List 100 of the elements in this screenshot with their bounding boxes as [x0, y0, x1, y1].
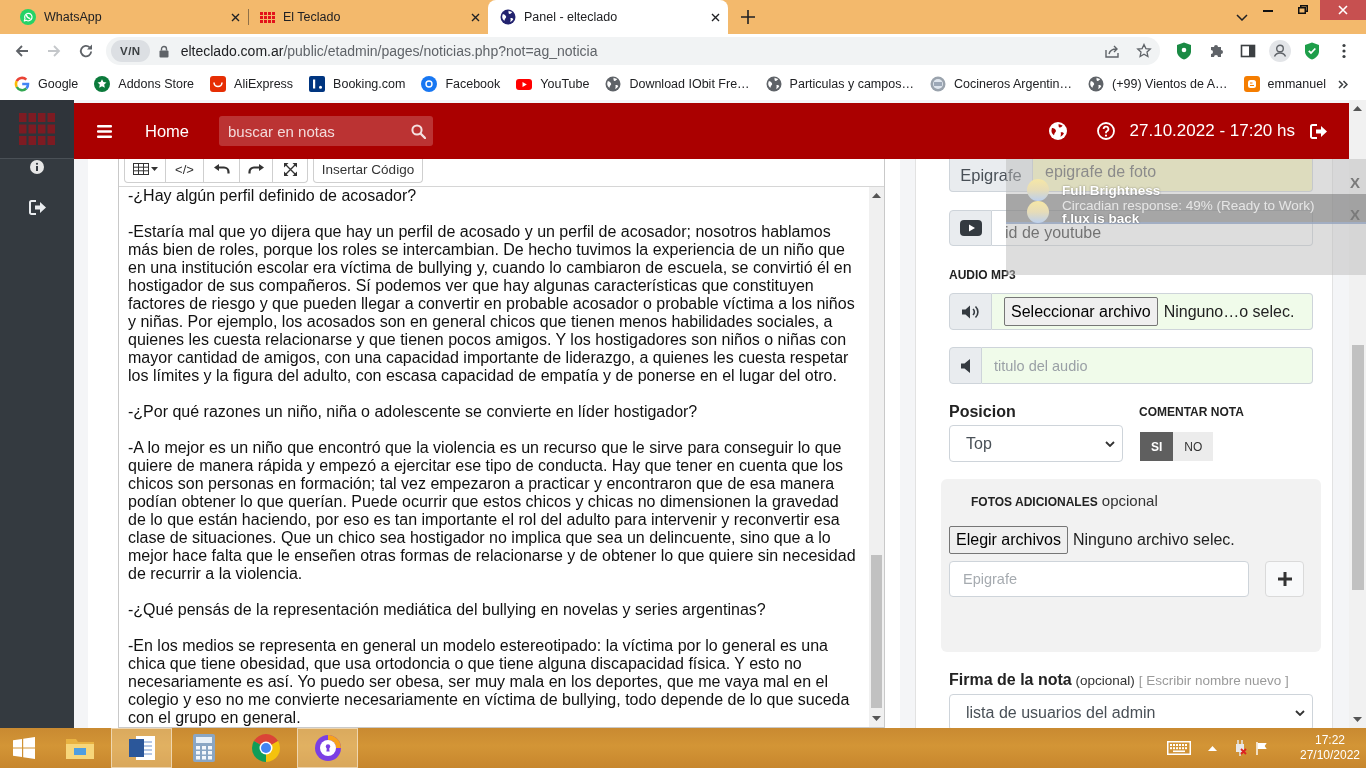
- shield-icon[interactable]: [1176, 42, 1192, 60]
- plus-icon[interactable]: [741, 10, 755, 24]
- scrollbar-thumb[interactable]: [1351, 345, 1364, 590]
- scroll-up-icon[interactable]: [872, 193, 881, 198]
- double-chevron-icon[interactable]: [1338, 79, 1348, 89]
- caret-up-icon[interactable]: [1208, 745, 1217, 751]
- info-icon[interactable]: [30, 160, 44, 174]
- puzzle-icon[interactable]: [1208, 43, 1224, 59]
- bookmark-item[interactable]: AliExpress: [202, 70, 302, 98]
- globe-icon[interactable]: [1048, 122, 1067, 140]
- smile-tile-icon: [210, 76, 227, 92]
- date-time-text: 27.10.2022 - 17:20 hs: [1129, 121, 1295, 141]
- globe-icon: [765, 76, 782, 92]
- side-panel-icon[interactable]: [1240, 43, 1256, 59]
- chevron-down-icon: [1295, 709, 1305, 716]
- browser-tab[interactable]: El Teclado: [248, 0, 488, 34]
- redo-button[interactable]: [240, 159, 273, 183]
- favicon-icon: [309, 76, 326, 92]
- restore-icon[interactable]: [1298, 5, 1308, 14]
- lock-icon[interactable]: [158, 44, 169, 58]
- editor-paragraph: -¿Hay algún perfil definido de acosador?: [128, 187, 418, 205]
- chat-icon: [20, 9, 36, 25]
- help-icon[interactable]: [1096, 122, 1115, 140]
- author-select[interactable]: lista de usuarios del admin: [949, 694, 1313, 728]
- keyboard-icon[interactable]: [1167, 741, 1191, 755]
- scroll-down-icon[interactable]: [1353, 717, 1362, 722]
- add-button[interactable]: [1265, 561, 1304, 597]
- table-button[interactable]: [124, 159, 166, 183]
- power-plug-icon[interactable]: [1233, 740, 1247, 756]
- editor-scrollbar[interactable]: [869, 187, 884, 727]
- flag-icon[interactable]: [1256, 741, 1268, 755]
- chevron-down-icon: [1105, 440, 1115, 447]
- position-select[interactable]: Top: [949, 425, 1123, 462]
- bookmark-item[interactable]: (+99) Vientos de A…: [1080, 70, 1236, 98]
- audio-title-field[interactable]: titulo del audio: [982, 347, 1313, 384]
- favicon-icon: [1243, 76, 1260, 92]
- comments-label: COMENTAR NOTA: [1139, 404, 1244, 421]
- close-icon[interactable]: [231, 12, 240, 22]
- file-status-text: Ninguno…o selec.: [1163, 302, 1295, 321]
- caption-field[interactable]: Epigrafe: [949, 561, 1249, 597]
- menu-icon[interactable]: [97, 124, 112, 138]
- chevron-down-icon[interactable]: [1236, 14, 1248, 21]
- scroll-up-icon[interactable]: [1353, 106, 1362, 111]
- editor-paragraph: -A lo mejor es un niño que encontró que la violencia es un recurso que le sirve para conseguir lo que quiere de manera rápida y empezó a ejercitar ese tipo de conducta. Hay que tener en cuenta que los chicos son personas en formación; tal vez empezaron a practicar y encontraron que de esa manera podían obtener lo que querían. Puede ocurrir que estos chicos y chicas no dimensionen la gravedad de lo que están haciendo, por eso es tan importante el rol del adulto para intervenir y reconvertir esa clase de situaciones. Que un chico sea hostigador no implica que sea un delincuente, sino que a lo mejor hace falta que le enseñen otras formas de relacionarse y de obtener lo que quiere sin necesidad de recurrir a la violencia.: [128, 439, 857, 583]
- globe-icon: [1088, 76, 1105, 92]
- browser-tab[interactable]: Panel - elteclado: [488, 0, 728, 34]
- audio-file-input[interactable]: Seleccionar archivo Ninguno…o selec.: [992, 293, 1313, 330]
- share-icon[interactable]: [1104, 43, 1120, 59]
- fullscreen-button[interactable]: [273, 159, 308, 183]
- window-panes-icon: [13, 737, 35, 759]
- globe-icon: [605, 76, 622, 92]
- bookmark-item[interactable]: Particulas y campos…: [757, 70, 922, 98]
- logout-icon[interactable]: [28, 200, 46, 215]
- close-icon[interactable]: [471, 12, 480, 22]
- star-icon[interactable]: [1136, 43, 1152, 59]
- taskbar-button[interactable]: [297, 728, 358, 768]
- photos-heading: FOTOS ADICIONALES opcional: [971, 493, 1159, 510]
- choose-files-button[interactable]: Elegir archivos: [949, 526, 1068, 554]
- home-link[interactable]: Home: [145, 121, 189, 141]
- toggle-option[interactable]: SI: [1140, 432, 1174, 461]
- code-view-button[interactable]: </>: [166, 159, 204, 183]
- close-button[interactable]: [1320, 0, 1366, 20]
- file-status-text: Ninguno archivo selec.: [1072, 531, 1235, 549]
- bookmark-item[interactable]: Google: [6, 70, 87, 98]
- bookmark-item[interactable]: Cocineros Argentin…: [921, 70, 1081, 98]
- play-button-icon: [516, 76, 533, 92]
- more-menu-icon[interactable]: [1342, 43, 1346, 59]
- profile-icon[interactable]: [1269, 40, 1291, 62]
- notification-title: f.lux is back: [1062, 212, 1140, 225]
- search-icon[interactable]: [411, 123, 426, 139]
- scroll-down-icon[interactable]: [872, 716, 881, 721]
- calculator-icon: [192, 734, 215, 762]
- close-icon[interactable]: [711, 12, 720, 22]
- insert-code-button[interactable]: Insertar Código: [313, 159, 423, 183]
- bookmark-item[interactable]: Booking.com: [301, 70, 414, 98]
- favicon-icon: [421, 76, 438, 92]
- address-bar[interactable]: V/N elteclado.com.ar/public/etadmin/pages/noticias.php?not=ag_noticia: [106, 37, 1160, 65]
- reload-icon[interactable]: [78, 43, 94, 59]
- choose-file-button[interactable]: Seleccionar archivo: [1004, 297, 1158, 326]
- bookmark-item[interactable]: emmanuel: [1235, 70, 1334, 98]
- speaker-icon: [960, 303, 981, 320]
- toggle-option[interactable]: NO: [1173, 432, 1214, 461]
- bookmark-item[interactable]: Facebook: [413, 70, 509, 98]
- position-label: Posicion: [949, 403, 1017, 421]
- back-arrow-icon[interactable]: [14, 43, 30, 59]
- browser-icon: [250, 733, 281, 763]
- editor-paragraph: -En los medios se representa en general un modelo estereotipado: la víctima por lo general es una chica que tiene obesidad, que usa ortodoncia o que tiene alguna discapacidad física. Y esto no necesariamente es así. Yo puedo ser obesa, ser muy mala en los deportes, que me vaya mal en el colegio y eso no me convierte necesariamente en víctima de bullying, todo depende de lo que suceda con el grupo en general.: [128, 637, 851, 727]
- disc-icon: [1027, 201, 1049, 223]
- vpn-badge[interactable]: V/N: [111, 40, 150, 62]
- scrollbar-thumb[interactable]: [871, 555, 882, 708]
- bookmark-item[interactable]: YouTube: [508, 70, 598, 98]
- browser-tab[interactable]: WhatsApp: [8, 0, 248, 34]
- logout-icon[interactable]: [1310, 123, 1327, 139]
- page-scrollbar[interactable]: [1349, 100, 1366, 728]
- url-text[interactable]: elteclado.com.ar/public/etadmin/pages/noticias.php?not=ag_noticia: [180, 43, 598, 59]
- bookmark-item[interactable]: Download IObit Fre…: [597, 70, 758, 98]
- shield-check-icon[interactable]: [1304, 42, 1320, 60]
- bookmark-item[interactable]: Addons Store: [86, 70, 203, 98]
- undo-button[interactable]: [204, 159, 240, 183]
- taskbar-button[interactable]: [111, 728, 172, 768]
